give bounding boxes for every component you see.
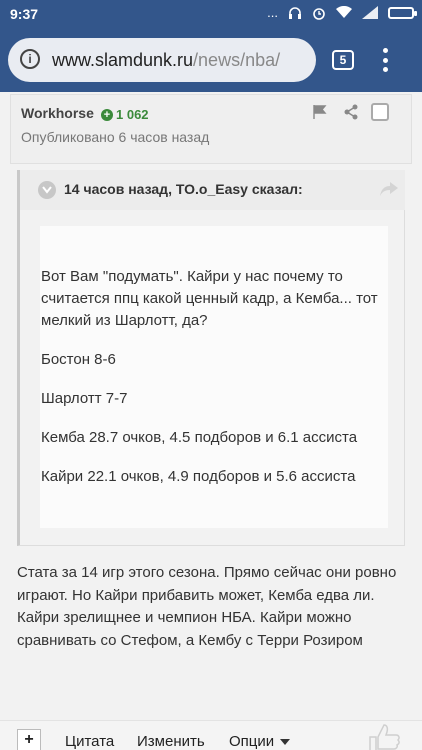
quote-paragraph: Шарлотт 7-7 <box>41 390 128 407</box>
author-name[interactable]: Workhorse <box>21 105 94 121</box>
alarm-icon <box>313 7 325 20</box>
wifi-icon <box>336 6 352 18</box>
quote-header[interactable]: 14 часов назад, TO.o_Easy сказал: <box>20 170 405 210</box>
select-post-checkbox[interactable] <box>371 103 389 121</box>
post-actions-bar: + Цитата Изменить Опции <box>0 720 422 750</box>
signal-icon <box>362 6 378 19</box>
quote-title: 14 часов назад, TO.o_Easy сказал: <box>64 181 303 197</box>
caret-down-icon <box>280 738 291 745</box>
post-header: Workhorse + 1 062 Опубликовано 6 часов н… <box>10 94 412 164</box>
options-label: Опции <box>229 733 275 750</box>
quote-paragraph: Кемба 28.7 очков, 4.5 подборов и 6.1 асс… <box>41 429 358 446</box>
quote-button[interactable]: Цитата <box>65 733 114 750</box>
more-notifications-icon: ... <box>267 5 278 20</box>
menu-kebab-icon[interactable] <box>382 48 388 72</box>
chevron-down-icon[interactable] <box>38 181 56 199</box>
url-host: www.slamdunk.ru <box>52 50 194 70</box>
share-icon[interactable] <box>343 104 359 120</box>
multiquote-plus-button[interactable]: + <box>17 729 41 750</box>
url-path: /news/nba/ <box>193 50 281 70</box>
reputation-badge: + 1 062 <box>101 107 149 122</box>
plus-circle-icon: + <box>101 108 113 121</box>
battery-icon <box>388 6 417 19</box>
options-button[interactable]: Опции <box>229 733 291 750</box>
headphones-icon <box>289 6 301 19</box>
edit-button[interactable]: Изменить <box>137 733 205 750</box>
reputation-count: 1 062 <box>116 107 149 122</box>
quote-paragraph: Вот Вам "подумать". Кайри у нас почему т… <box>41 268 378 329</box>
status-bar: 9:37 ... <box>0 0 422 28</box>
url-text[interactable]: www.slamdunk.ru/news/nba/ <box>52 50 302 71</box>
info-icon[interactable]: i <box>20 49 40 69</box>
browser-toolbar: i www.slamdunk.ru/news/nba/ 5 <box>0 28 422 92</box>
post-date: Опубликовано 6 часов назад <box>21 129 210 145</box>
quote-paragraph: Кайри 22.1 очков, 4.9 подборов и 5.6 асс… <box>41 468 356 485</box>
status-icons: ... <box>267 5 417 20</box>
post-body-text: Стата за 14 игр этого сезона. Прямо сейч… <box>17 564 397 649</box>
flag-icon[interactable] <box>313 105 327 119</box>
tab-switcher-button[interactable]: 5 <box>332 50 354 70</box>
status-time: 9:37 <box>10 6 39 22</box>
quote-content: Вот Вам "подумать". Кайри у нас почему т… <box>40 226 388 528</box>
quote-block: 14 часов назад, TO.o_Easy сказал: Вот Ва… <box>17 170 405 546</box>
quote-paragraph: Бостон 8-6 <box>41 351 116 368</box>
go-to-quote-icon[interactable] <box>380 182 398 196</box>
thumbs-up-icon[interactable] <box>366 723 402 750</box>
address-bar[interactable]: i www.slamdunk.ru/news/nba/ <box>8 38 316 82</box>
